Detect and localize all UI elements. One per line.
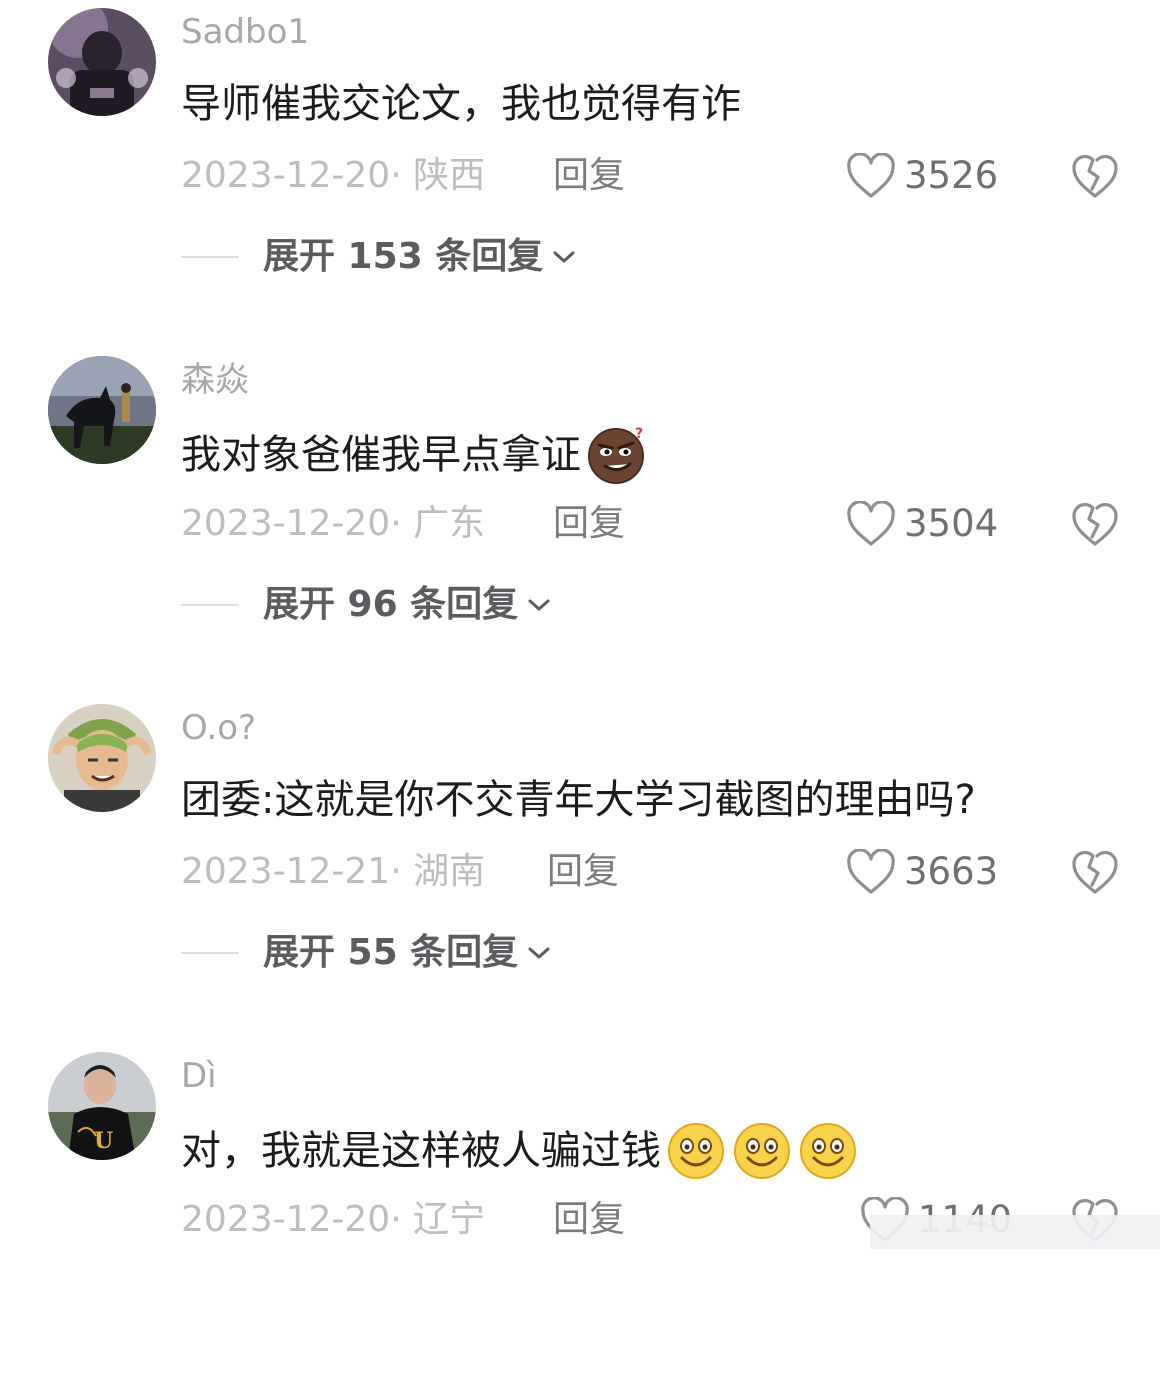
reply-button[interactable]: 回复 bbox=[553, 496, 625, 552]
comment-text-body: 团委:这就是你不交青年大学习截图的理由吗? bbox=[181, 777, 976, 823]
comment-location: 陕西 bbox=[413, 155, 486, 196]
comment-meta: 2023-12-20· 陕西 bbox=[181, 148, 485, 204]
comment-date: 2023-12-20 bbox=[181, 1199, 391, 1240]
comment-location: 广东 bbox=[413, 503, 486, 544]
avatar[interactable] bbox=[48, 8, 156, 116]
comment-location: 辽宁 bbox=[413, 1199, 486, 1240]
avatar-image: U bbox=[48, 1052, 156, 1160]
avatar-image bbox=[48, 356, 156, 464]
username[interactable]: 森焱 bbox=[181, 358, 249, 402]
comment-item: O.o? 团委:这就是你不交青年大学习截图的理由吗? 2023-12-21· 湖… bbox=[0, 696, 1170, 1044]
comment-meta: 2023-12-21· 湖南 bbox=[181, 844, 485, 900]
broken-heart-icon bbox=[1072, 502, 1118, 546]
comment-text: 导师催我交论文，我也觉得有诈 bbox=[181, 76, 741, 132]
comment-text: 团委:这就是你不交青年大学习截图的理由吗? bbox=[181, 772, 976, 828]
reply-button[interactable]: 回复 bbox=[553, 1192, 625, 1248]
expand-divider bbox=[181, 604, 239, 606]
chevron-down-icon bbox=[528, 599, 550, 611]
smile-emoji-icon bbox=[665, 1120, 727, 1182]
username[interactable]: O.o? bbox=[181, 706, 256, 750]
like-button[interactable]: 3504 bbox=[846, 496, 998, 552]
like-button[interactable]: 3526 bbox=[846, 148, 998, 204]
expand-divider bbox=[181, 952, 239, 954]
comment-text-body: 导师催我交论文，我也觉得有诈 bbox=[181, 81, 741, 127]
comment-meta: 2023-12-20· 广东 bbox=[181, 496, 485, 552]
meta-separator: · bbox=[390, 155, 402, 196]
avatar[interactable] bbox=[48, 356, 156, 464]
comment-date: 2023-12-20 bbox=[181, 155, 391, 196]
comment-text-body: 对，我就是这样被人骗过钱 bbox=[181, 1128, 661, 1174]
svg-text:?: ? bbox=[635, 426, 643, 442]
expand-replies-button[interactable]: 展开 153 条回复 bbox=[263, 229, 577, 285]
heart-icon bbox=[847, 153, 895, 198]
expand-replies-label: 展开 55 条回复 bbox=[263, 932, 519, 973]
username[interactable]: Sadbo1 bbox=[181, 10, 309, 54]
username[interactable]: Dì bbox=[181, 1054, 217, 1098]
expand-divider bbox=[181, 256, 239, 258]
dislike-button[interactable] bbox=[1070, 499, 1120, 549]
expand-replies-button[interactable]: 展开 55 条回复 bbox=[263, 925, 552, 981]
meta-separator: · bbox=[390, 503, 402, 544]
avatar-image bbox=[48, 704, 156, 812]
like-button[interactable]: 3663 bbox=[846, 844, 998, 900]
dislike-button[interactable] bbox=[1070, 151, 1120, 201]
meta-separator: · bbox=[390, 851, 402, 892]
avatar[interactable] bbox=[48, 704, 156, 812]
comment-date: 2023-12-21 bbox=[181, 851, 391, 892]
smirk-emoji-icon: ? bbox=[585, 424, 647, 486]
expand-replies-label: 展开 153 条回复 bbox=[263, 236, 544, 277]
reply-button[interactable]: 回复 bbox=[547, 844, 619, 900]
heart-icon bbox=[847, 849, 895, 894]
avatar[interactable]: U bbox=[48, 1052, 156, 1160]
expand-replies-label: 展开 96 条回复 bbox=[263, 584, 519, 625]
chevron-down-icon bbox=[528, 947, 550, 959]
comment-text: 我对象爸催我早点拿证 ? bbox=[181, 424, 647, 486]
svg-text:U: U bbox=[94, 1128, 113, 1154]
smile-emoji-icon bbox=[731, 1120, 793, 1182]
reply-button[interactable]: 回复 bbox=[553, 148, 625, 204]
meta-separator: · bbox=[390, 1199, 402, 1240]
dislike-button[interactable] bbox=[1070, 847, 1120, 897]
like-count: 3504 bbox=[904, 502, 999, 545]
avatar-image bbox=[48, 8, 156, 116]
comment-text-body: 我对象爸催我早点拿证 bbox=[181, 432, 581, 478]
smile-emoji-icon bbox=[797, 1120, 859, 1182]
comment-text: 对，我就是这样被人骗过钱 bbox=[181, 1120, 859, 1182]
chevron-down-icon bbox=[553, 251, 575, 263]
watermark-overlay bbox=[870, 1215, 1160, 1249]
comment-item: 森焱 我对象爸催我早点拿证 ? 2023-12-20· 广东 回复 3504 展… bbox=[0, 348, 1170, 696]
expand-replies-button[interactable]: 展开 96 条回复 bbox=[263, 577, 552, 633]
broken-heart-icon bbox=[1072, 850, 1118, 894]
like-count: 3526 bbox=[904, 154, 999, 197]
comment-meta: 2023-12-20· 辽宁 bbox=[181, 1192, 485, 1248]
comment-date: 2023-12-20 bbox=[181, 503, 391, 544]
like-count: 3663 bbox=[904, 850, 999, 893]
comment-item: Sadbo1 导师催我交论文，我也觉得有诈 2023-12-20· 陕西 回复 … bbox=[0, 0, 1170, 348]
broken-heart-icon bbox=[1072, 154, 1118, 198]
heart-icon bbox=[847, 501, 895, 546]
comment-location: 湖南 bbox=[413, 851, 486, 892]
